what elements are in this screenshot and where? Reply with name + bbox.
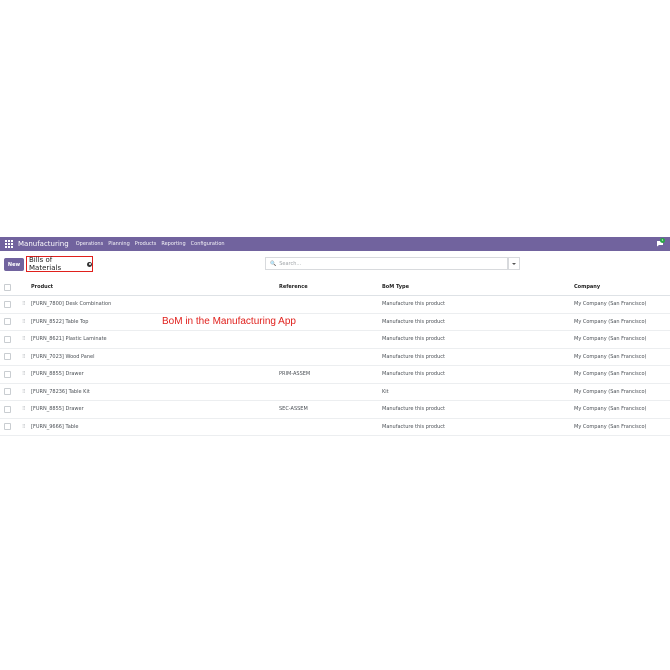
company-cell: My Company (San Francisco) — [574, 313, 670, 331]
row-checkbox[interactable] — [4, 335, 11, 343]
column-header-reference[interactable]: Reference — [279, 279, 382, 296]
company-cell: My Company (San Francisco) — [574, 365, 670, 384]
bom-list-table: Product Reference BoM Type Company ⠿ [FUR… — [0, 279, 670, 436]
row-checkbox[interactable] — [4, 370, 11, 378]
reference-cell — [279, 418, 382, 436]
row-checkbox[interactable] — [4, 353, 11, 361]
column-header-company[interactable]: Company — [574, 279, 670, 296]
bom-type-cell: Manufacture this product — [382, 295, 574, 314]
reference-cell — [279, 348, 382, 366]
reference-cell: SEC-ASSEM — [279, 400, 382, 419]
menu-configuration[interactable]: Configuration — [191, 241, 225, 247]
drag-handle-icon[interactable]: ⠿ — [22, 354, 27, 360]
table-row[interactable]: ⠿ [FURN_8522] Table Top Manufacture this … — [0, 313, 670, 331]
reference-cell — [279, 330, 382, 349]
search-icon: 🔍 — [270, 260, 277, 267]
chat-badge: 1 — [660, 238, 665, 243]
product-cell: [FURN_8855] Drawer — [31, 371, 84, 378]
search-box[interactable]: 🔍 — [265, 257, 508, 270]
row-checkbox[interactable] — [4, 388, 11, 396]
table-row[interactable]: ⠿ [FURN_8855] Drawer PRIM-ASSEM Manufactu… — [0, 365, 670, 384]
table-row[interactable]: ⠿ [FURN_7023] Wood Panel Manufacture this… — [0, 348, 670, 366]
row-checkbox[interactable] — [4, 405, 11, 413]
search-options-toggle[interactable] — [508, 257, 520, 270]
company-cell: My Company (San Francisco) — [574, 418, 670, 436]
column-header-bom-type[interactable]: BoM Type — [382, 279, 574, 296]
reference-cell: PRIM-ASSEM — [279, 365, 382, 384]
bom-type-cell: Manufacture this product — [382, 330, 574, 349]
company-cell: My Company (San Francisco) — [574, 348, 670, 366]
table-header-row: Product Reference BoM Type Company — [0, 279, 670, 296]
bom-type-cell: Manufacture this product — [382, 418, 574, 436]
annotation-label: BoM in the Manufacturing App — [162, 316, 296, 327]
drag-handle-icon[interactable]: ⠿ — [22, 301, 27, 307]
menu-operations[interactable]: Operations — [76, 241, 104, 247]
table-row[interactable]: ⠿ [FURN_9666] Table Manufacture this prod… — [0, 418, 670, 436]
product-cell: [FURN_9666] Table — [31, 423, 79, 430]
drag-handle-icon[interactable]: ⠿ — [22, 371, 27, 377]
bom-type-cell: Manufacture this product — [382, 313, 574, 331]
drag-handle-icon[interactable]: ⠿ — [22, 319, 27, 325]
bom-type-cell: Kit — [382, 383, 574, 401]
page-title: Bills of Materials — [29, 256, 62, 272]
row-checkbox[interactable] — [4, 318, 11, 326]
bom-type-cell: Manufacture this product — [382, 365, 574, 384]
reference-cell — [279, 295, 382, 314]
table-row[interactable]: ⠿ [FURN_78236] Table Kit Kit My Company (… — [0, 383, 670, 401]
control-panel: New Bills of Materials 🔍 — [0, 252, 670, 278]
product-cell: [FURN_7023] Wood Panel — [31, 353, 95, 360]
reference-cell — [279, 383, 382, 401]
drag-handle-icon[interactable]: ⠿ — [22, 336, 27, 342]
product-cell: [FURN_8621] Plastic Laminate — [31, 336, 107, 343]
row-checkbox[interactable] — [4, 423, 11, 431]
company-cell: My Company (San Francisco) — [574, 400, 670, 419]
top-navbar: Manufacturing Operations Planning Produc… — [0, 237, 670, 251]
product-cell: [FURN_8855] Drawer — [31, 406, 84, 413]
breadcrumb: Bills of Materials — [26, 256, 93, 272]
menu-products[interactable]: Products — [135, 241, 157, 247]
chevron-down-icon — [512, 262, 516, 265]
company-cell: My Company (San Francisco) — [574, 295, 670, 314]
column-header-product[interactable]: Product — [22, 279, 279, 296]
bom-type-cell: Manufacture this product — [382, 348, 574, 366]
table-row[interactable]: ⠿ [FURN_8855] Drawer SEC-ASSEM Manufactur… — [0, 400, 670, 419]
table-row[interactable]: ⠿ [FURN_7800] Desk Combination Manufactur… — [0, 295, 670, 314]
drag-handle-icon[interactable]: ⠿ — [22, 424, 27, 430]
company-cell: My Company (San Francisco) — [574, 383, 670, 401]
app-name[interactable]: Manufacturing — [18, 240, 69, 248]
table-row[interactable]: ⠿ [FURN_8621] Plastic Laminate Manufactur… — [0, 330, 670, 349]
gear-icon[interactable] — [87, 261, 92, 267]
bom-type-cell: Manufacture this product — [382, 400, 574, 419]
menu-reporting[interactable]: Reporting — [161, 241, 185, 247]
new-button[interactable]: New — [4, 258, 24, 271]
menu-planning[interactable]: Planning — [108, 241, 130, 247]
row-checkbox[interactable] — [4, 300, 11, 308]
select-all-checkbox[interactable] — [4, 283, 11, 291]
drag-handle-icon[interactable]: ⠿ — [22, 406, 27, 412]
search-input[interactable] — [279, 260, 480, 267]
drag-handle-icon[interactable]: ⠿ — [22, 389, 27, 395]
app-menu-grid-icon[interactable] — [5, 240, 13, 248]
product-cell: [FURN_8522] Table Top — [31, 318, 89, 325]
company-cell: My Company (San Francisco) — [574, 330, 670, 349]
product-cell: [FURN_7800] Desk Combination — [31, 301, 112, 308]
product-cell: [FURN_78236] Table Kit — [31, 388, 90, 395]
